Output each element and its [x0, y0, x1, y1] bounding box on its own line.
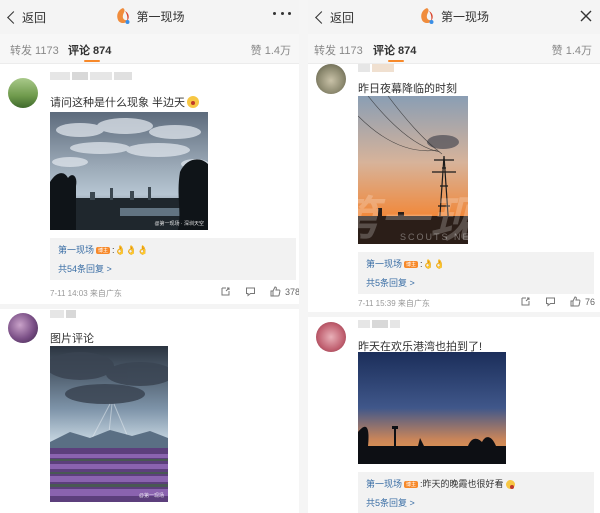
tab-comment[interactable]: 评论 874	[68, 42, 111, 58]
more-options-button[interactable]	[273, 10, 291, 16]
comment-actions: 76	[520, 296, 595, 307]
reply-preview[interactable]: 第一现场 博主:昨天的晚霞也很好看 共5条回复 >	[358, 472, 594, 513]
reply-text: 昨天的晚霞也很好看	[422, 479, 504, 489]
back-button[interactable]: 返回	[314, 9, 354, 26]
author-badge: 博主	[404, 481, 419, 488]
comment-icon[interactable]	[545, 296, 556, 307]
reply-preview[interactable]: 第一现场 博主:👌👌👌 共54条回复 >	[50, 238, 296, 280]
photo-watermark: @第一现场 · 深圳天空	[154, 221, 204, 227]
sunset-tower-photo	[358, 96, 468, 244]
avatar[interactable]	[316, 64, 346, 94]
comment-actions: 378	[220, 286, 299, 297]
like-count: 76	[585, 296, 596, 307]
title-text: 第一现场	[440, 9, 490, 24]
username-blurred[interactable]	[358, 320, 400, 330]
brand-logo-icon	[116, 8, 129, 24]
comment-icon[interactable]	[245, 286, 256, 297]
active-tab-indicator	[388, 60, 404, 62]
comment-photo[interactable]: @第一现场 · 深圳天空	[50, 112, 208, 230]
like-count: 378	[285, 286, 299, 297]
share-icon[interactable]	[520, 296, 531, 307]
back-button[interactable]: 返回	[6, 9, 46, 26]
brand-logo-icon	[421, 8, 434, 24]
lavender-field-photo	[50, 346, 168, 502]
tab-like[interactable]: 赞 1.4万	[251, 42, 291, 58]
title-text: 第一现场	[136, 9, 185, 24]
tab-bar: 转发 1173 评论 874 赞 1.4万	[308, 34, 600, 64]
page-title: 第一现场	[114, 7, 185, 25]
sky-photo	[50, 112, 208, 230]
comment-photo[interactable]	[358, 96, 468, 244]
divider	[308, 312, 600, 317]
emoji-icon	[505, 480, 515, 489]
author-badge: 博主	[404, 261, 419, 268]
nav-bar: 返回 第一现场	[0, 0, 299, 34]
tab-bar: 转发 1173 评论 874 赞 1.4万	[0, 34, 299, 64]
username-blurred[interactable]	[50, 310, 76, 320]
like-icon[interactable]	[270, 286, 281, 297]
like-icon[interactable]	[570, 296, 581, 307]
reply-preview[interactable]: 第一现场 博主:👌👌 共5条回复 >	[358, 252, 594, 294]
reply-author[interactable]: 第一现场	[366, 479, 402, 489]
comment-photo[interactable]: @第一现场	[50, 346, 168, 502]
active-tab-indicator	[84, 60, 100, 62]
close-icon	[580, 10, 592, 22]
username-blurred[interactable]	[358, 64, 394, 74]
comment-photo[interactable]	[358, 352, 506, 464]
left-screen: 返回 第一现场 转发 1173 评论 874 赞 1.4万 请问这种是什么现象	[0, 0, 299, 513]
tab-repost[interactable]: 转发 1173	[314, 42, 363, 58]
divider	[0, 304, 299, 309]
comment-meta: 7-11 14:03 来自广东	[50, 289, 122, 298]
reply-text: 👌👌👌	[114, 245, 149, 255]
back-label: 返回	[22, 11, 47, 25]
right-screen: 返回 第一现场 转发 1173 评论 874 赞 1.4万 昨日夜幕降临的时刻 …	[308, 0, 600, 513]
emoji-icon	[187, 96, 200, 108]
tab-like[interactable]: 赞 1.4万	[552, 42, 592, 58]
nav-bar: 返回 第一现场	[308, 0, 600, 34]
screenshot: 返回 第一现场 转发 1173 评论 874 赞 1.4万 请问这种是什么现象	[0, 0, 600, 513]
comment-meta: 7-11 15:39 来自广东	[358, 299, 430, 308]
comment-text: 昨日夜幕降临的时刻	[358, 83, 457, 95]
close-button[interactable]	[580, 10, 592, 22]
panel-divider	[299, 0, 308, 513]
chevron-left-icon	[7, 11, 20, 24]
username-blurred[interactable]	[50, 72, 132, 82]
comment-text: 图片评论	[50, 333, 94, 345]
page-title: 第一现场	[419, 7, 489, 25]
dusk-sky-photo	[358, 352, 506, 464]
tab-repost[interactable]: 转发 1173	[10, 42, 59, 58]
reply-text: 👌👌	[422, 259, 445, 269]
tab-comment[interactable]: 评论 874	[373, 42, 416, 58]
back-label: 返回	[330, 11, 355, 25]
view-replies-link[interactable]: 共54条回复 >	[58, 262, 288, 275]
avatar[interactable]	[8, 313, 38, 343]
comment-text: 请问这种是什么现象 半边天	[50, 94, 200, 110]
view-replies-link[interactable]: 共5条回复 >	[366, 276, 586, 289]
reply-author[interactable]: 第一现场	[58, 245, 94, 255]
chevron-left-icon	[315, 11, 328, 24]
share-icon[interactable]	[220, 286, 231, 297]
avatar[interactable]	[316, 322, 346, 352]
view-replies-link[interactable]: 共5条回复 >	[366, 496, 586, 509]
author-badge: 博主	[96, 247, 111, 254]
photo-watermark: @第一现场	[138, 493, 164, 499]
avatar[interactable]	[8, 78, 38, 108]
reply-author[interactable]: 第一现场	[366, 259, 402, 269]
